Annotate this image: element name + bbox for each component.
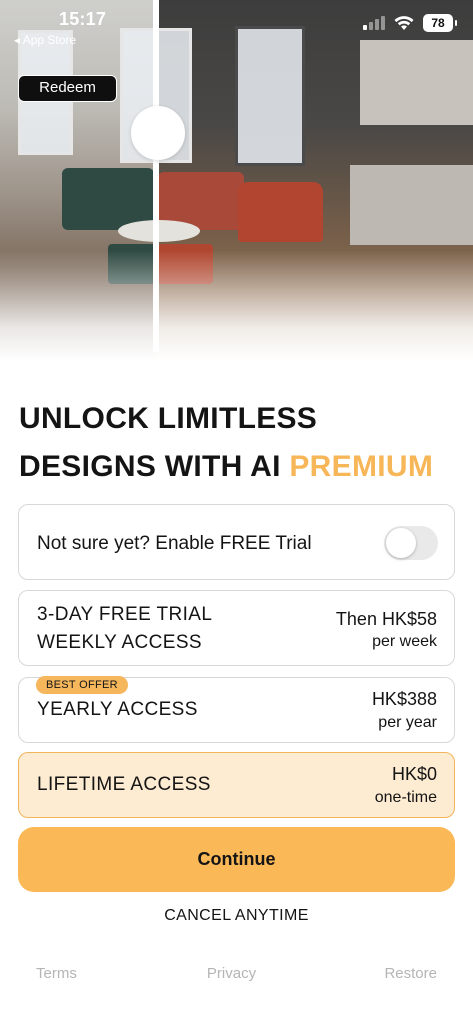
kitchen-cabinets xyxy=(360,40,473,125)
comparison-divider[interactable] xyxy=(153,0,159,352)
plan-weekly[interactable]: 3-DAY FREE TRIAL WEEKLY ACCESS Then HK$5… xyxy=(18,590,455,666)
kitchen-counter xyxy=(350,165,473,245)
title-line-2: DESIGNS WITH AI PREMIUM xyxy=(19,443,459,491)
plan-name: LIFETIME ACCESS xyxy=(37,774,211,795)
back-to-app-store-link[interactable]: ◂ App Store xyxy=(14,33,76,47)
battery-icon: 78 xyxy=(423,14,457,32)
plan-lifetime[interactable]: LIFETIME ACCESS HK$0 one-time xyxy=(18,752,455,818)
cancel-anytime-text: CANCEL ANYTIME xyxy=(164,907,309,924)
plan-price: HK$0 xyxy=(391,764,437,784)
plan-name: YEARLY ACCESS xyxy=(37,699,198,720)
free-trial-label: Not sure yet? Enable FREE Trial xyxy=(37,533,312,554)
coffee-table xyxy=(118,220,200,242)
plan-name: 3-DAY FREE TRIAL WEEKLY ACCESS xyxy=(37,601,212,657)
plan-period: per week xyxy=(372,633,437,650)
plan-name-line-1: 3-DAY FREE TRIAL xyxy=(37,604,213,625)
redeem-button[interactable]: Redeem xyxy=(18,75,117,102)
plan-period: one-time xyxy=(374,789,437,806)
status-time: 15:17 xyxy=(59,9,107,29)
title-line-1: UNLOCK LIMITLESS xyxy=(19,402,318,435)
free-trial-toggle-card[interactable]: Not sure yet? Enable FREE Trial xyxy=(18,504,455,580)
plan-price: HK$388 xyxy=(371,689,437,709)
title-accent: PREMIUM xyxy=(289,450,434,483)
status-icons: 78 xyxy=(363,14,457,32)
page-title: UNLOCK LIMITLESS DESIGNS WITH AI PREMIUM xyxy=(19,395,459,491)
plan-price: Then HK$58 xyxy=(335,609,437,629)
cellular-signal-icon xyxy=(363,16,385,30)
restore-link[interactable]: Restore xyxy=(384,965,437,982)
free-trial-toggle[interactable] xyxy=(384,526,438,560)
plan-yearly[interactable]: BEST OFFER YEARLY ACCESS HK$388 per year xyxy=(18,676,455,743)
armchair xyxy=(238,182,323,242)
toggle-knob xyxy=(386,528,416,558)
plan-name-line-2: WEEKLY ACCESS xyxy=(37,632,203,653)
wifi-icon xyxy=(394,16,414,30)
hero-fade xyxy=(0,250,473,360)
hero-image xyxy=(0,0,473,360)
window-shape xyxy=(235,26,305,166)
continue-button[interactable]: Continue xyxy=(18,827,455,892)
best-offer-badge: BEST OFFER xyxy=(36,676,128,694)
comparison-slider-handle[interactable] xyxy=(131,106,185,160)
plan-period: per year xyxy=(378,714,437,731)
title-prefix: DESIGNS WITH AI xyxy=(19,450,290,483)
